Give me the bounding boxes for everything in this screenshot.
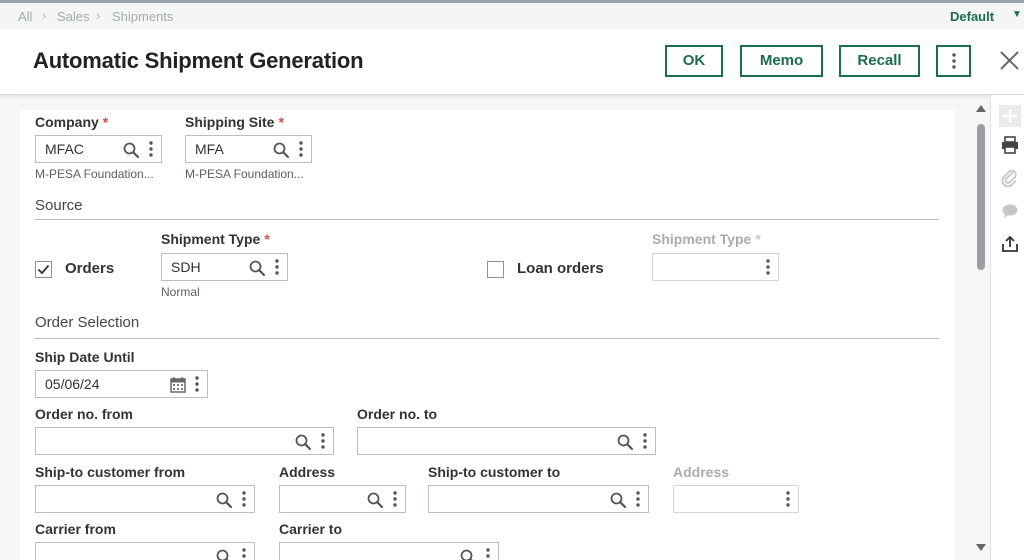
required-marker: *	[755, 231, 761, 247]
more-vertical-icon[interactable]	[640, 432, 650, 450]
ship-date-until-field[interactable]: 05/06/24	[35, 370, 208, 398]
more-vertical-icon[interactable]	[318, 432, 328, 450]
company-field[interactable]: MFAC	[35, 135, 162, 163]
shipping-site-label: Shipping Site *	[185, 114, 284, 130]
scroll-down-arrow-icon[interactable]	[976, 544, 986, 551]
more-vertical-icon[interactable]	[483, 547, 493, 560]
section-divider	[35, 338, 939, 339]
ship-to-customer-to-label: Ship-to customer to	[428, 464, 561, 480]
breadcrumb-item-sales[interactable]: Sales	[57, 9, 90, 24]
address-to-label: Address	[673, 464, 730, 480]
orders-label: Orders	[65, 260, 115, 277]
search-icon[interactable]	[616, 433, 634, 451]
required-marker: *	[102, 114, 109, 130]
memo-button[interactable]: Memo	[740, 45, 823, 77]
address-from-label: Address	[279, 464, 336, 480]
more-vertical-icon[interactable]	[633, 490, 643, 508]
scrollbar-thumb[interactable]	[977, 124, 985, 270]
search-icon[interactable]	[122, 141, 140, 159]
shipment-type-label: Shipment Type *	[161, 231, 270, 247]
source-section-title: Source	[35, 197, 83, 214]
search-icon[interactable]	[459, 548, 477, 560]
search-icon[interactable]	[248, 259, 266, 277]
ship-date-until-value: 05/06/24	[45, 376, 100, 392]
section-divider	[35, 219, 939, 220]
order-no-to-field[interactable]	[357, 427, 656, 455]
company-label: Company *	[35, 114, 109, 130]
more-vertical-icon[interactable]	[390, 490, 400, 508]
comment-icon[interactable]	[1001, 202, 1019, 220]
chevron-right-icon: ›	[96, 8, 101, 23]
search-icon[interactable]	[272, 141, 290, 159]
breadcrumb-item-shipments[interactable]: Shipments	[112, 9, 173, 24]
vertical-scrollbar[interactable]	[974, 100, 988, 560]
shipment-type-description: Normal	[161, 285, 200, 299]
loan-shipment-type-field	[652, 253, 779, 281]
more-vertical-icon	[949, 52, 959, 70]
more-vertical-icon[interactable]	[239, 547, 249, 560]
more-vertical-icon[interactable]	[146, 140, 156, 158]
page-header: Automatic Shipment Generation OK Memo Re…	[0, 29, 1024, 95]
caret-down-icon[interactable]: ▼	[1012, 9, 1022, 20]
carrier-to-label: Carrier to	[279, 521, 343, 537]
search-icon[interactable]	[366, 491, 384, 509]
breadcrumb: All › Sales › Shipments Default ▼	[0, 3, 1024, 29]
page-title: Automatic Shipment Generation	[33, 48, 364, 73]
loan-shipment-type-label: Shipment Type *	[652, 231, 761, 247]
more-actions-button[interactable]	[936, 45, 971, 77]
search-icon[interactable]	[294, 433, 312, 451]
shipment-type-field[interactable]: SDH	[161, 253, 288, 281]
order-no-from-label: Order no. from	[35, 406, 134, 422]
shipping-site-description: M-PESA Foundation...	[185, 167, 304, 181]
address-to-field	[673, 485, 799, 513]
loan-orders-label: Loan orders	[517, 260, 604, 277]
order-no-to-label: Order no. to	[357, 406, 438, 422]
loan-orders-checkbox[interactable]	[487, 261, 504, 278]
search-icon[interactable]	[215, 491, 233, 509]
more-vertical-icon[interactable]	[272, 258, 282, 276]
more-vertical-icon	[783, 490, 793, 508]
shipping-site-field[interactable]: MFA	[185, 135, 312, 163]
company-description: M-PESA Foundation...	[35, 167, 154, 181]
plus-icon[interactable]	[999, 105, 1021, 127]
ship-to-customer-from-field[interactable]	[35, 485, 255, 513]
calendar-icon[interactable]	[169, 376, 187, 394]
shipment-type-value: SDH	[171, 259, 201, 275]
carrier-to-field[interactable]	[279, 542, 499, 560]
right-toolbar	[990, 95, 1024, 560]
carrier-from-label: Carrier from	[35, 521, 116, 537]
company-value: MFAC	[45, 141, 84, 157]
shipping-site-value: MFA	[195, 141, 224, 157]
attachment-icon[interactable]	[1001, 169, 1019, 187]
print-icon[interactable]	[1001, 136, 1019, 154]
ship-to-customer-from-label: Ship-to customer from	[35, 464, 186, 480]
ship-date-until-label: Ship Date Until	[35, 349, 135, 365]
chevron-right-icon: ›	[42, 8, 47, 23]
more-vertical-icon[interactable]	[239, 490, 249, 508]
order-no-from-field[interactable]	[35, 427, 334, 455]
scroll-up-arrow-icon[interactable]	[976, 105, 986, 112]
search-icon[interactable]	[609, 491, 627, 509]
more-vertical-icon[interactable]	[296, 140, 306, 158]
breadcrumb-item-all[interactable]: All	[18, 9, 32, 24]
order-selection-section-title: Order Selection	[35, 314, 140, 331]
view-selector[interactable]: Default	[950, 9, 994, 24]
address-from-field[interactable]	[279, 485, 406, 513]
more-vertical-icon	[763, 258, 773, 276]
required-marker: *	[264, 231, 270, 247]
recall-button[interactable]: Recall	[839, 45, 920, 77]
search-icon[interactable]	[215, 548, 233, 560]
ship-to-customer-to-field[interactable]	[428, 485, 649, 513]
carrier-from-field[interactable]	[35, 542, 255, 560]
share-icon[interactable]	[1001, 235, 1019, 253]
more-vertical-icon[interactable]	[192, 375, 202, 393]
close-icon[interactable]	[996, 45, 1024, 75]
required-marker: *	[278, 114, 284, 130]
checkmark-icon	[37, 264, 50, 275]
orders-checkbox[interactable]	[35, 261, 52, 278]
ok-button[interactable]: OK	[665, 45, 723, 77]
